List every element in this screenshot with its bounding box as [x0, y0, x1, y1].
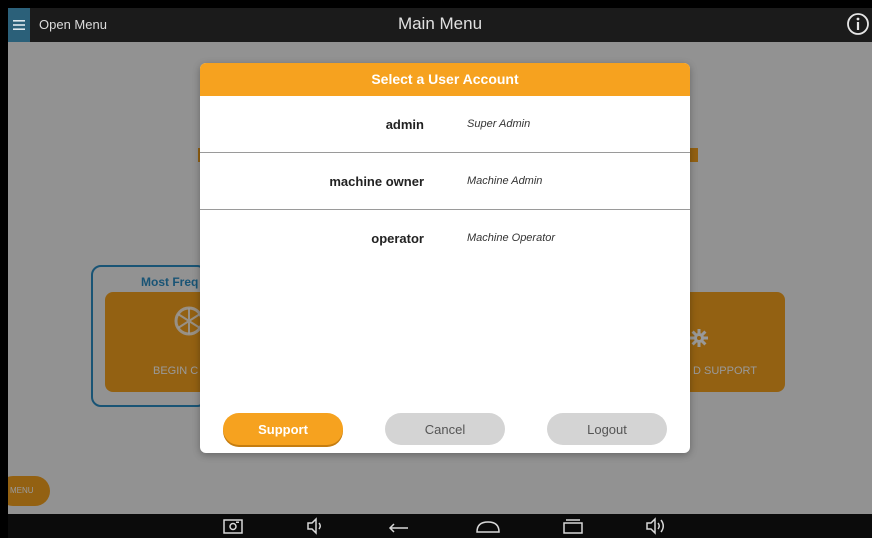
account-name: machine owner — [329, 174, 424, 189]
app-window: Open Menu Main Menu Most Freq BEGIN C D … — [8, 8, 872, 514]
page-title: Main Menu — [397, 14, 483, 33]
account-name: operator — [371, 231, 424, 246]
back-icon[interactable] — [386, 516, 412, 536]
top-bar: Open Menu Main Menu — [8, 8, 872, 42]
account-role: Super Admin — [467, 118, 531, 130]
account-name: admin — [385, 117, 424, 132]
screenshot-icon[interactable] — [222, 516, 244, 536]
recents-icon[interactable] — [561, 516, 585, 536]
account-row-machine-owner[interactable]: machine owner Machine Admin — [200, 153, 690, 210]
volume-down-icon[interactable] — [305, 516, 327, 536]
support-button[interactable]: Support — [223, 413, 343, 445]
account-row-operator[interactable]: operator Machine Operator — [200, 210, 690, 266]
account-role: Machine Admin — [467, 175, 543, 187]
account-role: Machine Operator — [467, 232, 556, 244]
dialog-title: Select a User Account — [200, 63, 690, 96]
home-icon[interactable] — [474, 516, 502, 536]
volume-up-icon[interactable] — [644, 516, 670, 536]
select-user-dialog: Select a User Account admin Super Admin … — [200, 63, 690, 453]
account-row-admin[interactable]: admin Super Admin — [200, 96, 690, 153]
logout-button[interactable]: Logout — [547, 413, 667, 445]
system-nav-bar — [8, 514, 872, 538]
cancel-button[interactable]: Cancel — [385, 413, 505, 445]
info-icon[interactable] — [846, 12, 870, 36]
